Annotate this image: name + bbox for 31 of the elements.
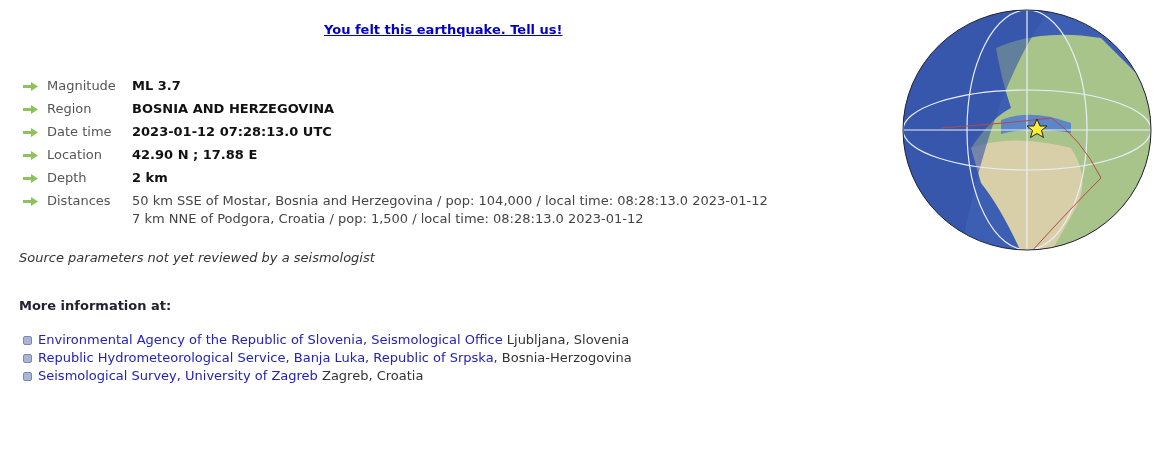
field-value: 2023-01-12 07:28:13.0 UTC xyxy=(132,123,333,141)
source-link[interactable]: Seismological Survey, University of Zagreb xyxy=(38,367,318,385)
source-place: Ljubljana, Slovenia xyxy=(505,331,630,349)
bullet-icon xyxy=(23,335,32,345)
arrow-icon xyxy=(23,104,38,114)
field-label: Location xyxy=(47,146,102,164)
section-heading: More information at: xyxy=(19,298,173,313)
field-value: 2 km xyxy=(132,169,169,187)
feedback-link[interactable]: You felt this earthquake. Tell us! xyxy=(324,22,563,37)
distance-text: 7 km NNE of Podgora, Croatia / pop: 1,500 / local time: 08:28:13.0 2023-01-12 xyxy=(132,210,645,228)
bullet-icon xyxy=(23,371,32,381)
field-label: Distances xyxy=(47,192,111,210)
field-value: BOSNIA AND HERZEGOVINA xyxy=(132,100,336,118)
review-note: Source parameters not yet reviewed by a seismologist xyxy=(19,250,376,265)
field-value: ML 3.7 xyxy=(132,77,182,95)
arrow-icon xyxy=(23,127,38,137)
source-place: , Bosnia-Herzogovina xyxy=(493,349,632,367)
field-label: Magnitude xyxy=(47,77,116,95)
arrow-icon xyxy=(23,81,38,91)
arrow-icon xyxy=(23,150,38,160)
bullet-icon xyxy=(23,353,32,363)
source-link[interactable]: Environmental Agency of the Republic of Slovenia, Seismological Office xyxy=(38,331,503,349)
field-label: Date time xyxy=(47,123,112,141)
arrow-icon xyxy=(23,196,38,206)
distance-text: 50 km SSE of Mostar, Bosnia and Herzegovina / pop: 104,000 / local time: 08:28:13.0 2023-01-12 xyxy=(132,192,769,210)
field-value: 42.90 N ; 17.88 E xyxy=(132,146,259,164)
field-label: Region xyxy=(47,100,92,118)
source-place: Zagreb, Croatia xyxy=(320,367,424,385)
field-label: Depth xyxy=(47,169,87,187)
arrow-icon xyxy=(23,173,38,183)
source-link[interactable]: Republic Hydrometeorological Service, Banja Luka, Republic of Srpska xyxy=(38,349,494,367)
